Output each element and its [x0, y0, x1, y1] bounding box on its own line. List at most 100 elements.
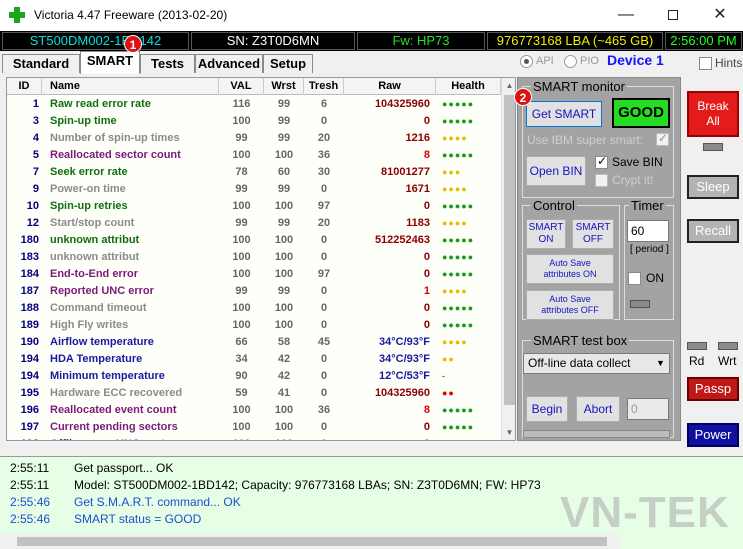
wrt-label: Wrt — [718, 354, 737, 368]
cell-tresh: 0 — [320, 319, 328, 331]
smart-off-line2: OFF — [583, 234, 603, 245]
chevron-down-icon[interactable]: ▼ — [652, 354, 669, 373]
cell-health: ●● — [442, 354, 455, 364]
log-message: Get passport... OK — [74, 461, 174, 475]
timer-on-checkbox[interactable] — [628, 272, 641, 285]
table-row[interactable]: 196 Reallocated event count 100 100 36 8 ●●●●● — [7, 402, 501, 419]
scroll-down-icon[interactable]: ▼ — [502, 425, 515, 440]
table-row[interactable]: 188 Command timeout 100 100 0 0 ●●●●● — [7, 300, 501, 317]
smart-on-button[interactable]: SMART ON — [526, 219, 566, 249]
power-button[interactable]: Power — [687, 423, 739, 447]
log-line: 2:55:46 SMART status = GOOD — [10, 511, 201, 528]
smart-off-button[interactable]: SMART OFF — [572, 219, 614, 249]
table-row[interactable]: 180 unknown attribut 100 100 0 512252463 ●●●●● — [7, 232, 501, 249]
clock-display: 2:56:00 PM — [665, 32, 742, 50]
table-row[interactable]: 12 Start/stop count 99 99 20 1183 ●●●● — [7, 215, 501, 232]
tab-tests[interactable]: Tests — [140, 54, 195, 73]
table-row[interactable]: 183 unknown attribut 100 100 0 0 ●●●●● — [7, 249, 501, 266]
table-row[interactable]: 197 Current pending sectors 100 100 0 0 ●●●●● — [7, 419, 501, 436]
table-row[interactable]: 198Offline scan UNC sectors10010000●●●●● — [7, 436, 501, 440]
save-bin-checkbox[interactable] — [595, 154, 608, 169]
cell-raw: 81001277 — [381, 166, 430, 178]
cell-wrst: 100 — [274, 268, 294, 280]
cell-tresh: 0 — [320, 285, 328, 297]
tab-smart[interactable]: SMART — [80, 51, 140, 74]
table-row[interactable]: 194 Minimum temperature 90 42 0 12°C/53°F - — [7, 368, 501, 385]
test-type-select[interactable]: Off-line data collect ▼ — [523, 353, 670, 374]
get-smart-button[interactable]: Get SMART — [526, 101, 602, 127]
table-row[interactable]: 194 HDA Temperature 34 42 0 34°C/93°F ●● — [7, 351, 501, 368]
cell-val: 100 — [219, 436, 264, 440]
test-progress-input[interactable]: 0 — [627, 398, 669, 420]
device-label[interactable]: Device 1 — [607, 52, 664, 68]
abort-button[interactable]: Abort — [576, 396, 620, 422]
callout-badge-1: 1 — [124, 35, 142, 53]
scroll-up-icon[interactable]: ▲ — [502, 78, 515, 93]
maximize-button[interactable] — [650, 0, 696, 31]
cell-name: Reallocated event count — [50, 404, 177, 416]
recall-button[interactable]: Recall — [687, 219, 739, 243]
tab-setup[interactable]: Setup — [263, 54, 313, 73]
col-tresh[interactable]: Tresh — [304, 78, 344, 95]
tab-standard[interactable]: Standard — [2, 54, 80, 73]
table-row[interactable]: 3 Spin-up time 100 99 0 0 ●●●●● — [7, 113, 501, 130]
cell-wrst: 41 — [277, 387, 291, 399]
table-row[interactable]: 184 End-to-End error 100 100 97 0 ●●●●● — [7, 266, 501, 283]
cell-name: Hardware ECC recovered — [50, 387, 183, 399]
table-row[interactable]: 4 Number of spin-up times 99 99 20 1216 ●●●● — [7, 130, 501, 147]
minimize-button[interactable]: — — [603, 0, 649, 31]
table-row[interactable]: 7 Seek error rate 78 60 30 81001277 ●●● — [7, 164, 501, 181]
write-indicator — [718, 342, 738, 350]
autosave-off-line1: Auto Save — [549, 294, 591, 304]
crypt-it-checkbox[interactable] — [595, 174, 608, 187]
cell-name: unknown attribut — [50, 251, 140, 263]
serial-display: SN: Z3T0D6MN — [191, 32, 355, 50]
cell-val: 100 — [232, 302, 251, 314]
scroll-thumb[interactable] — [504, 95, 515, 405]
cell-val: 100 — [232, 234, 251, 246]
cell-wrst: 99 — [277, 115, 291, 127]
table-scrollbar[interactable]: ▲ ▼ — [501, 78, 515, 440]
break-all-button[interactable]: Break All — [687, 91, 739, 137]
autosave-on-button[interactable]: Auto Save attributes ON — [526, 254, 614, 284]
cell-wrst: 58 — [277, 336, 291, 348]
log-scrollbar[interactable] — [0, 534, 620, 549]
cell-id: 5 — [32, 149, 39, 161]
passport-button[interactable]: Passp — [687, 377, 739, 401]
hints-label: Hints — [715, 56, 743, 70]
hints-checkbox[interactable] — [699, 57, 712, 70]
table-row[interactable]: 10 Spin-up retries 100 100 97 0 ●●●●● — [7, 198, 501, 215]
cell-val: 99 — [235, 183, 248, 195]
api-radio[interactable] — [520, 55, 533, 68]
begin-button[interactable]: Begin — [526, 396, 568, 422]
col-wrst[interactable]: Wrst — [264, 78, 304, 95]
table-row[interactable]: 190 Airflow temperature 66 58 45 34°C/93°F ●●●… — [7, 334, 501, 351]
col-health[interactable]: Health — [436, 78, 501, 95]
cell-val: 100 — [232, 149, 251, 161]
cell-raw: 0 — [423, 421, 430, 433]
cell-name: Command timeout — [50, 302, 147, 314]
table-row[interactable]: 195 Hardware ECC recovered 59 41 0 104325960 ●… — [7, 385, 501, 402]
sleep-button[interactable]: Sleep — [687, 175, 739, 199]
table-row[interactable]: 1 Raw read error rate 116 99 6 104325960 ●●●●● — [7, 96, 501, 113]
table-row[interactable]: 9 Power-on time 99 99 0 1671 ●●●● — [7, 181, 501, 198]
cell-name: Power-on time — [50, 183, 126, 195]
col-val[interactable]: VAL — [219, 78, 264, 95]
ibm-super-smart-checkbox[interactable] — [656, 131, 669, 146]
autosave-off-button[interactable]: Auto Save attributes OFF — [526, 290, 614, 320]
open-bin-button[interactable]: Open BIN — [526, 156, 586, 186]
tab-advanced[interactable]: Advanced — [195, 54, 263, 73]
timer-period-input[interactable]: 60 — [627, 220, 669, 242]
table-row[interactable]: 5 Reallocated sector count 100 100 36 8 ●●●●● — [7, 147, 501, 164]
col-name[interactable]: Name — [44, 78, 219, 95]
cell-health: ●●●● — [442, 218, 468, 228]
cell-tresh: 0 — [320, 115, 328, 127]
table-row[interactable]: 187 Reported UNC error 99 99 0 1 ●●●● — [7, 283, 501, 300]
table-row[interactable]: 189 High Fly writes 100 100 0 0 ●●●●● — [7, 317, 501, 334]
col-id[interactable]: ID — [7, 78, 42, 95]
pio-radio[interactable] — [564, 55, 577, 68]
close-button[interactable]: ✕ — [697, 0, 743, 31]
cell-tresh: 0 — [320, 183, 328, 195]
col-raw[interactable]: Raw — [344, 78, 436, 95]
log-scroll-thumb[interactable] — [17, 537, 607, 546]
